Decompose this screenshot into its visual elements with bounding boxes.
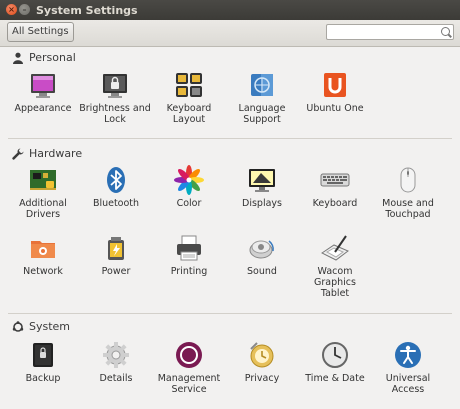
- item-network[interactable]: Network: [7, 233, 79, 277]
- title-bar[interactable]: × – System Settings: [0, 0, 460, 20]
- item-ubuntu-one[interactable]: Ubuntu One: [299, 70, 371, 114]
- item-backup[interactable]: Backup: [7, 340, 79, 384]
- displays-icon: [247, 165, 277, 195]
- separator: [8, 138, 452, 139]
- item-privacy[interactable]: Privacy: [226, 340, 298, 384]
- search-icon[interactable]: [441, 27, 450, 36]
- item-printing[interactable]: Printing: [153, 233, 225, 277]
- search-input[interactable]: [329, 25, 433, 39]
- item-wacom-tablet[interactable]: Wacom Graphics Tablet: [299, 233, 371, 299]
- backup-icon: [28, 340, 58, 370]
- item-label: Details: [99, 373, 133, 384]
- color-icon: [174, 165, 204, 195]
- item-displays[interactable]: Displays: [226, 165, 298, 209]
- item-label: Backup: [25, 373, 61, 384]
- keyboard-icon: [320, 165, 350, 195]
- item-label: Privacy: [244, 373, 280, 384]
- wrench-icon: [12, 148, 24, 160]
- item-brightness-lock[interactable]: Brightness and Lock: [79, 70, 151, 125]
- item-label: Power: [101, 266, 131, 277]
- sound-icon: [247, 233, 277, 263]
- universal-access-icon: [393, 340, 423, 370]
- item-mouse-touchpad[interactable]: Mouse and Touchpad: [372, 165, 444, 220]
- item-label: Ubuntu One: [306, 103, 364, 114]
- item-universal-access[interactable]: Universal Access: [372, 340, 444, 395]
- item-label: Printing: [170, 266, 208, 277]
- item-label: Additional Drivers: [19, 198, 67, 220]
- bluetooth-icon: [101, 165, 131, 195]
- item-management-service[interactable]: Management Service: [153, 340, 225, 395]
- item-details[interactable]: Details: [80, 340, 152, 384]
- item-time-date[interactable]: Time & Date: [299, 340, 371, 384]
- item-keyboard[interactable]: Keyboard: [299, 165, 371, 209]
- item-label: Universal Access: [385, 373, 431, 395]
- minimize-icon: –: [22, 5, 27, 14]
- separator: [8, 313, 452, 314]
- item-label: Bluetooth: [92, 198, 140, 209]
- section-title: Personal: [29, 51, 76, 64]
- item-keyboard-layout[interactable]: Keyboard Layout: [153, 70, 225, 125]
- ubuntu-logo-icon: [12, 321, 24, 332]
- item-bluetooth[interactable]: Bluetooth: [80, 165, 152, 209]
- details-gear-icon: [101, 340, 131, 370]
- drivers-icon: [28, 165, 58, 195]
- item-label: Sound: [247, 266, 277, 277]
- item-appearance[interactable]: Appearance: [7, 70, 79, 114]
- item-sound[interactable]: Sound: [226, 233, 298, 277]
- management-service-icon: [174, 340, 204, 370]
- item-label: Keyboard Layout: [166, 103, 212, 125]
- item-label: Language Support: [238, 103, 286, 125]
- all-settings-button[interactable]: All Settings: [7, 22, 74, 42]
- printer-icon: [174, 233, 204, 263]
- minimize-window-button[interactable]: –: [19, 4, 30, 15]
- language-icon: [247, 70, 277, 100]
- item-color[interactable]: Color: [153, 165, 225, 209]
- item-label: Mouse and Touchpad: [382, 198, 434, 220]
- search-box[interactable]: [326, 24, 454, 40]
- close-icon: ×: [8, 5, 15, 14]
- item-label: Appearance: [14, 103, 72, 114]
- item-language-support[interactable]: Language Support: [226, 70, 298, 125]
- ubuntu-one-icon: [320, 70, 350, 100]
- brightness-lock-icon: [100, 70, 130, 100]
- window-title: System Settings: [36, 4, 138, 17]
- item-label: Color: [176, 198, 202, 209]
- item-label: Keyboard: [312, 198, 358, 209]
- privacy-icon: [247, 340, 277, 370]
- item-label: Wacom Graphics Tablet: [314, 266, 356, 299]
- mouse-icon: [393, 165, 423, 195]
- power-icon: [101, 233, 131, 263]
- item-label: Brightness and Lock: [79, 103, 151, 125]
- close-window-button[interactable]: ×: [6, 4, 17, 15]
- keyboard-layout-icon: [174, 70, 204, 100]
- item-label: Time & Date: [305, 373, 365, 384]
- clock-icon: [320, 340, 350, 370]
- item-label: Displays: [242, 198, 282, 209]
- toolbar: All Settings: [0, 20, 460, 47]
- section-title: System: [29, 320, 71, 333]
- item-label: Management Service: [157, 373, 221, 395]
- section-title: Hardware: [29, 147, 83, 160]
- network-icon: [28, 233, 58, 263]
- item-power[interactable]: Power: [80, 233, 152, 277]
- appearance-icon: [28, 70, 58, 100]
- system-settings-window: × – System Settings All Settings Persona…: [0, 0, 460, 409]
- person-icon: [13, 52, 23, 64]
- wacom-tablet-icon: [320, 233, 350, 263]
- item-label: Network: [23, 266, 63, 277]
- item-additional-drivers[interactable]: Additional Drivers: [7, 165, 79, 220]
